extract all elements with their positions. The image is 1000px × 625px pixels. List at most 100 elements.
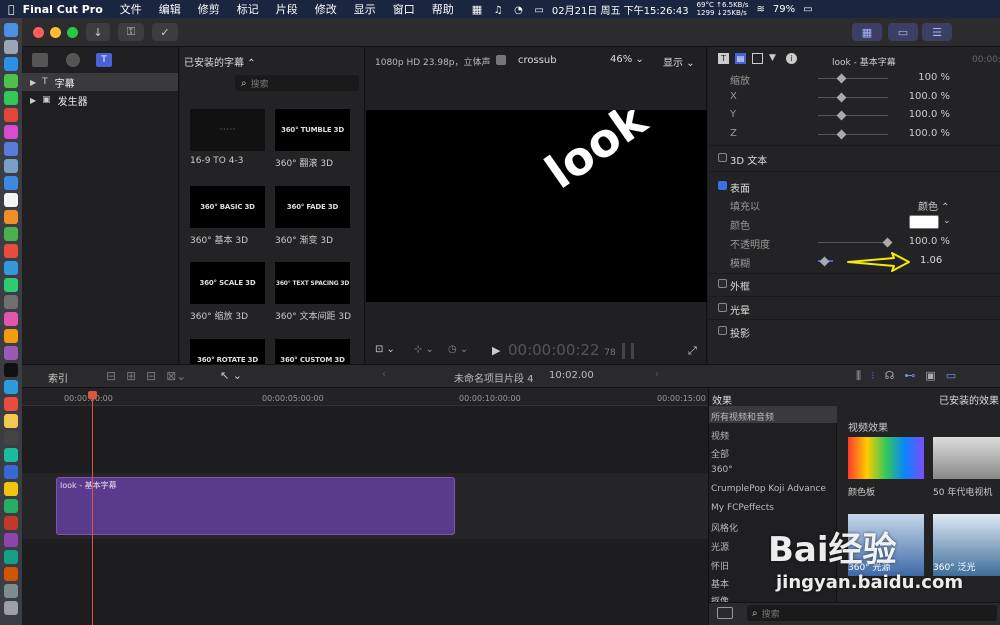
playhead-handle[interactable] [88,391,97,399]
app-name[interactable]: Final Cut Pro [23,3,103,16]
sidebar-item-titles[interactable]: ▶ T 字幕 [22,73,178,91]
effect-category[interactable]: 视频 [711,429,729,442]
effect-category[interactable]: 所有视频和音频 [711,410,774,423]
title-clip[interactable]: look - 基本字幕 [56,477,455,535]
connect-clip-icon[interactable]: ⊟ [106,369,116,383]
scale-x-value[interactable]: 100.0 % [909,91,950,102]
app-icon-28[interactable] [4,481,18,496]
libraries-tab-icon[interactable] [32,53,48,67]
opacity-value[interactable]: 100.0 % [909,236,950,247]
trash-icon[interactable] [4,600,18,615]
menu-modify[interactable]: 修改 [315,1,337,17]
effect-category[interactable]: My FCPeffects [711,503,774,513]
sidebar-toggle-icon[interactable] [717,607,733,619]
color-menu-chevron-icon[interactable]: ⌄ [943,216,951,226]
scale-value[interactable]: 100 % [918,72,950,83]
app-icon-12[interactable] [4,209,18,224]
sidebar-item-generators[interactable]: ▶ ▣ 发生器 [22,91,178,109]
browser-toggle-button[interactable]: ▦ [852,23,882,41]
wifi-icon[interactable]: ≋ [757,4,765,15]
blur-slider[interactable] [818,256,833,267]
app-icon-13[interactable] [4,226,18,241]
snapping-icon[interactable]: ⊷ [904,369,915,383]
title-thumb[interactable]: · · · · · [190,109,265,151]
menu-window[interactable]: 窗口 [393,1,415,17]
blur-value[interactable]: 1.06 [920,255,942,266]
menu-clip[interactable]: 片段 [276,1,298,17]
fullscreen-icon[interactable]: ⤢ [688,344,697,358]
surface-checkbox[interactable] [718,181,727,190]
menu-mark[interactable]: 标记 [237,1,259,17]
effect-category[interactable]: 基本 [711,577,729,590]
effect-thumb[interactable] [848,437,924,479]
headphones-icon[interactable]: ☊ [885,369,895,383]
app-icon-20[interactable] [4,345,18,360]
scale-slider[interactable] [818,73,888,84]
app-icon-24[interactable] [4,413,18,428]
sounds-tab-icon[interactable] [66,53,80,67]
menu-file[interactable]: 文件 [120,1,142,17]
text3d-checkbox[interactable] [718,153,727,162]
effect-category[interactable]: 怀旧 [711,559,729,572]
keywords-button[interactable]: ⚿ [118,23,144,41]
music-icon[interactable]: ♫ [494,5,503,16]
opacity-slider[interactable] [818,237,893,248]
back-arrow-icon[interactable]: ‹ [382,369,386,380]
app-icon-33[interactable] [4,566,18,581]
app-icon-34[interactable] [4,583,18,598]
viewer-view-menu[interactable]: ⊡ ⌄ [375,344,395,355]
app-icon-30[interactable] [4,515,18,530]
app-icon-32[interactable] [4,549,18,564]
app-icon-22[interactable] [4,379,18,394]
filmstrip-icon[interactable]: ▣ [925,369,935,383]
timeline-ruler[interactable] [22,388,708,406]
append-clip-icon[interactable]: ⊟ [146,369,156,383]
menu-edit[interactable]: 编辑 [159,1,181,17]
forward-arrow-icon[interactable]: › [655,369,659,380]
search-field[interactable]: ⌕ 搜索 [235,75,359,91]
scale-x-slider[interactable] [818,92,888,103]
app-icon-14[interactable] [4,243,18,258]
app-icon-27[interactable] [4,464,18,479]
app-icon-15[interactable] [4,260,18,275]
glow-checkbox[interactable] [718,303,727,312]
timeline[interactable]: 00:00:00:00 00:00:05:00:00 00:00:10:00:0… [22,388,708,625]
background-tasks-button[interactable]: ✓ [152,23,178,41]
app-icon-19[interactable] [4,328,18,343]
shadow-checkbox[interactable] [718,326,727,335]
disclosure-icon[interactable]: ▶ [30,96,36,105]
menu-trim[interactable]: 修剪 [198,1,220,17]
messages-icon[interactable] [4,90,18,105]
app-icon-8[interactable] [4,141,18,156]
disclosure-icon[interactable]: ▶ [30,78,36,87]
calendar-icon[interactable] [4,192,18,207]
slider-knob[interactable] [819,256,830,267]
filter-tab-icon[interactable]: ▼ [769,53,780,64]
outline-checkbox[interactable] [718,279,727,288]
title-thumb[interactable]: 360° TUMBLE 3D [275,109,350,151]
screen-icon[interactable]: ▭ [534,5,543,16]
scale-z-value[interactable]: 100.0 % [909,128,950,139]
app-icon-29[interactable] [4,498,18,513]
insert-clip-icon[interactable]: ⊞ [126,369,136,383]
zoom-window-button[interactable] [67,27,78,38]
app-icon-17[interactable] [4,294,18,309]
play-button[interactable]: ▶ [492,344,500,357]
menu-view[interactable]: 显示 [354,1,376,17]
battery-text[interactable]: 79% [773,4,795,15]
import-button[interactable]: ↓ [86,23,110,41]
color-swatch[interactable] [909,215,939,229]
title-thumb[interactable]: 360° CUSTOM 3D [275,339,350,364]
effect-category[interactable]: 抠像 [711,594,729,602]
fill-select[interactable]: 颜色 ⌃ [918,198,950,213]
overwrite-clip-icon[interactable]: ⊠⌄ [166,369,186,383]
app-icon-26[interactable] [4,447,18,462]
slider-knob[interactable] [882,237,893,248]
clock-icon[interactable]: ◔ [514,5,523,16]
effect-category[interactable]: 全部 [711,447,729,460]
scale-y-slider[interactable] [818,110,888,121]
title-thumb[interactable]: 360° TEXT SPACING 3D [275,262,350,304]
chat-icon[interactable] [4,73,18,88]
effect-category[interactable]: 风格化 [711,521,738,534]
launchpad-icon[interactable] [4,39,18,54]
